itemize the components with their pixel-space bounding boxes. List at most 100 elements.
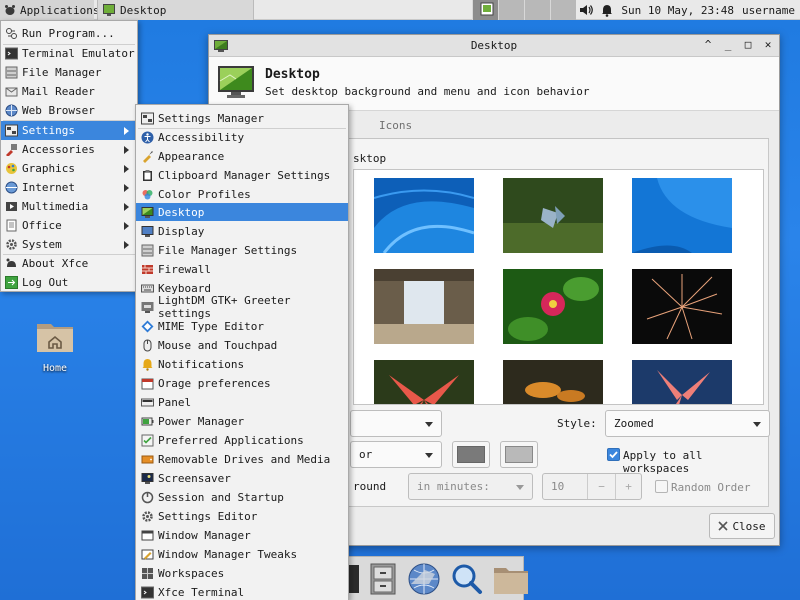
wallpaper-thumb-pink-flower[interactable] (503, 269, 603, 344)
interval-dropdown[interactable]: in minutes: (408, 473, 533, 500)
wallpaper-thumb-blue-gradient[interactable] (632, 178, 732, 253)
settings-item-panel[interactable]: Panel (136, 393, 348, 411)
file-cabinet-icon[interactable] (369, 563, 397, 595)
spin-plus-button[interactable]: + (615, 474, 641, 499)
menu-item-about-xfce[interactable]: About Xfce (1, 254, 137, 273)
settings-item-label: Accessibility (158, 130, 245, 144)
settings-item-session-startup[interactable]: Session and Startup (136, 488, 348, 506)
menu-item-label: Terminal Emulator (22, 47, 135, 60)
settings-item-screensaver[interactable]: Screensaver (136, 469, 348, 487)
settings-item-label: Keyboard (158, 281, 211, 295)
wallpaper-thumb-blue-waves[interactable] (373, 178, 475, 254)
settings-item-power-manager[interactable]: Power Manager (136, 412, 348, 430)
secondary-color-button[interactable] (500, 441, 538, 468)
menu-item-office[interactable]: Office (1, 216, 137, 235)
submenu-arrow-icon (124, 222, 129, 230)
accessibility-icon (141, 131, 154, 144)
window-titlebar[interactable]: Desktop ^ _ □ ✕ (209, 35, 779, 57)
appearance-icon (141, 150, 154, 163)
close-button[interactable]: Close (709, 513, 775, 539)
settings-editor-icon (141, 510, 154, 523)
close-window-icon[interactable]: ✕ (761, 37, 775, 53)
minimize-icon[interactable]: _ (721, 37, 735, 53)
settings-item-notifications[interactable]: Notifications (136, 355, 348, 373)
settings-item-mime-type-editor[interactable]: MIME Type Editor (136, 317, 348, 335)
settings-item-desktop[interactable]: Desktop (136, 203, 348, 221)
menu-item-log-out[interactable]: Log Out (1, 273, 137, 292)
workspace-2[interactable] (498, 0, 524, 20)
maximize-icon[interactable]: □ (741, 37, 755, 53)
color-dropdown[interactable]: or (350, 441, 442, 468)
screensaver-icon (141, 472, 154, 485)
menu-item-multimedia[interactable]: Multimedia (1, 197, 137, 216)
settings-item-settings-manager[interactable]: Settings Manager (136, 109, 348, 127)
settings-item-file-manager-settings[interactable]: File Manager Settings (136, 241, 348, 259)
menu-item-accessories[interactable]: Accessories (1, 140, 137, 159)
workspace-3[interactable] (524, 0, 550, 20)
mime-type-icon (141, 320, 154, 333)
menu-item-web-browser[interactable]: Web Browser (1, 101, 137, 120)
file-manager-settings-icon (141, 244, 154, 257)
notification-bell-icon[interactable] (601, 4, 613, 17)
wallpaper-thumb-red-lily[interactable] (374, 360, 474, 404)
workspace-1[interactable] (472, 0, 498, 20)
wallpaper-thumb-waterfall[interactable] (374, 269, 474, 344)
volume-icon[interactable] (579, 4, 594, 16)
settings-item-xfce-terminal[interactable]: Xfce Terminal (136, 583, 348, 600)
settings-item-accessibility[interactable]: Accessibility (136, 128, 348, 146)
menu-item-internet[interactable]: Internet (1, 178, 137, 197)
settings-item-mouse-touchpad[interactable]: Mouse and Touchpad (136, 336, 348, 354)
settings-item-label: Settings Editor (158, 509, 258, 523)
settings-item-workspaces[interactable]: Workspaces (136, 564, 348, 582)
settings-item-orage-preferences[interactable]: Orage preferences (136, 374, 348, 392)
settings-item-color-profiles[interactable]: Color Profiles (136, 185, 348, 203)
menu-item-terminal-emulator[interactable]: Terminal Emulator (1, 44, 137, 63)
home-folder-icon (35, 318, 75, 354)
menu-item-run-program[interactable]: Run Program... (1, 24, 137, 43)
random-order-checkbox[interactable] (655, 480, 668, 493)
username-label[interactable]: username (742, 4, 795, 17)
menu-item-file-manager[interactable]: File Manager (1, 63, 137, 82)
wallpaper-thumb-pink-lily[interactable] (632, 360, 732, 404)
spin-minus-button[interactable]: − (587, 474, 615, 499)
menu-item-system[interactable]: System (1, 235, 137, 254)
settings-item-appearance[interactable]: Appearance (136, 147, 348, 165)
color-profiles-icon (141, 188, 154, 201)
menu-item-graphics[interactable]: Graphics (1, 159, 137, 178)
menu-item-label: Web Browser (22, 104, 95, 117)
settings-item-window-manager[interactable]: Window Manager (136, 526, 348, 544)
wallpaper-thumb-butterfly[interactable] (503, 178, 603, 253)
submenu-arrow-icon (124, 127, 129, 135)
settings-item-removable-drives[interactable]: Removable Drives and Media (136, 450, 348, 468)
keyboard-icon (141, 282, 154, 295)
desktop-home-icon[interactable]: Home (30, 318, 80, 374)
settings-item-clipboard-manager[interactable]: Clipboard Manager Settings (136, 166, 348, 184)
taskbar-button-desktop[interactable]: Desktop (97, 0, 254, 20)
tab-icons[interactable]: Icons (379, 119, 412, 132)
style-dropdown[interactable]: Zoomed (605, 410, 770, 437)
wallpaper-thumb-fireworks[interactable] (632, 269, 732, 344)
wallpaper-thumb-mushrooms[interactable] (503, 360, 603, 404)
menu-item-settings[interactable]: Settings (1, 121, 137, 140)
settings-item-settings-editor[interactable]: Settings Editor (136, 507, 348, 525)
menu-item-mail-reader[interactable]: Mail Reader (1, 82, 137, 101)
apply-all-label: Apply to all workspaces (623, 449, 703, 475)
search-magnifier-icon[interactable] (451, 563, 483, 595)
folder-icon[interactable] (493, 563, 529, 595)
internet-icon (5, 181, 18, 194)
applications-menu-button[interactable]: Applications (0, 0, 99, 20)
settings-item-display[interactable]: Display (136, 222, 348, 240)
interval-spinbox[interactable]: 10 − + (542, 473, 642, 500)
settings-item-firewall[interactable]: Firewall (136, 260, 348, 278)
settings-item-preferred-applications[interactable]: Preferred Applications (136, 431, 348, 449)
clock[interactable]: Sun 10 May, 23:48 (621, 4, 734, 17)
web-browser-globe-icon[interactable] (407, 562, 441, 596)
settings-item-window-manager-tweaks[interactable]: Window Manager Tweaks (136, 545, 348, 563)
system-tray: Sun 10 May, 23:48 username (579, 0, 800, 20)
window-menu-icon[interactable]: ^ (701, 37, 715, 53)
apply-all-checkbox[interactable] (607, 448, 620, 461)
workspace-4[interactable] (550, 0, 576, 20)
settings-item-lightdm-greeter[interactable]: LightDM GTK+ Greeter settings (136, 294, 348, 320)
folder-dropdown[interactable] (350, 410, 442, 437)
primary-color-button[interactable] (452, 441, 490, 468)
